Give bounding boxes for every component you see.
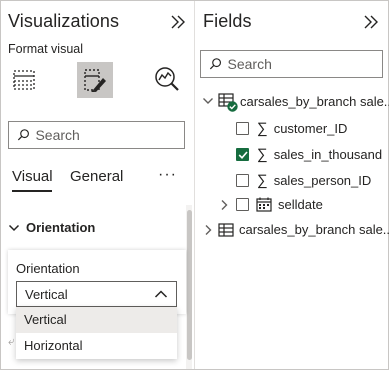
tab-visual[interactable]: Visual (12, 168, 53, 185)
field-row-customer-id[interactable]: ∑ customer_ID (236, 120, 347, 137)
double-chevron-right-icon[interactable] (362, 13, 380, 31)
tab-visual-underline (12, 190, 52, 192)
field-name: customer_ID (273, 121, 348, 136)
field-row-sales-in-thousand[interactable]: ∑ sales_in_thousand (236, 146, 382, 163)
chevron-up-icon (154, 290, 168, 298)
double-chevron-right-icon[interactable] (169, 13, 187, 31)
chevron-down-icon (203, 98, 213, 104)
search-icon (17, 129, 29, 141)
field-name: sales_person_ID (273, 173, 372, 188)
sigma-icon: ∑ (257, 146, 268, 163)
option-horizontal[interactable]: Horizontal (16, 333, 177, 359)
fields-title: Fields (203, 11, 252, 31)
visualizations-title: Visualizations (8, 11, 120, 31)
field-checkbox[interactable] (236, 122, 249, 135)
table-icon (218, 93, 238, 112)
field-row-selldate[interactable]: selldate (219, 197, 323, 212)
orientation-selected-value: Vertical (25, 286, 68, 302)
chevron-down-icon (8, 224, 20, 231)
option-vertical[interactable]: Vertical (16, 307, 177, 333)
fields-search-input[interactable] (227, 56, 382, 72)
field-name: sales_in_thousand (273, 147, 383, 162)
orientation-section-label: Orientation (26, 220, 96, 235)
tab-general[interactable]: General (70, 168, 123, 185)
visual-search-input[interactable] (35, 127, 184, 143)
analytics-icon[interactable] (149, 62, 185, 98)
orientation-options-menu: Vertical Horizontal (16, 307, 177, 359)
check-badge-icon (227, 101, 238, 112)
field-checkbox[interactable] (236, 198, 249, 211)
table-name: carsales_by_branch sale... (239, 222, 389, 237)
sigma-icon: ∑ (257, 172, 268, 189)
orientation-section-header[interactable]: Orientation (8, 220, 95, 235)
build-visual-icon[interactable] (6, 62, 42, 98)
partial-arrow-icon: ⤶ (8, 334, 15, 348)
chevron-right-icon (205, 224, 212, 235)
format-visual-label: Format visual (8, 42, 84, 56)
table-icon (218, 222, 234, 237)
orientation-field-label: Orientation (16, 261, 80, 276)
sigma-icon: ∑ (257, 120, 268, 137)
field-name: selldate (278, 197, 323, 212)
fields-search-box[interactable] (200, 50, 383, 78)
field-checkbox-checked[interactable] (236, 148, 249, 161)
calendar-icon (256, 197, 272, 212)
format-visual-icon[interactable] (77, 62, 113, 98)
orientation-dropdown[interactable]: Vertical (16, 281, 177, 307)
chevron-right-icon (221, 199, 228, 210)
checkmark-icon (238, 151, 248, 159)
table-row-expanded[interactable]: carsales_by_branch sale... (202, 93, 389, 112)
field-checkbox[interactable] (236, 174, 249, 187)
scrollbar-thumb[interactable] (187, 210, 192, 360)
more-options-button[interactable]: ··· (158, 166, 177, 184)
table-row-collapsed[interactable]: carsales_by_branch sale... (203, 222, 389, 237)
search-icon (209, 58, 222, 70)
table-name: carsales_by_branch sale... (240, 93, 389, 109)
field-row-sales-person-id[interactable]: ∑ sales_person_ID (236, 172, 371, 189)
visual-search-box[interactable] (8, 121, 185, 149)
